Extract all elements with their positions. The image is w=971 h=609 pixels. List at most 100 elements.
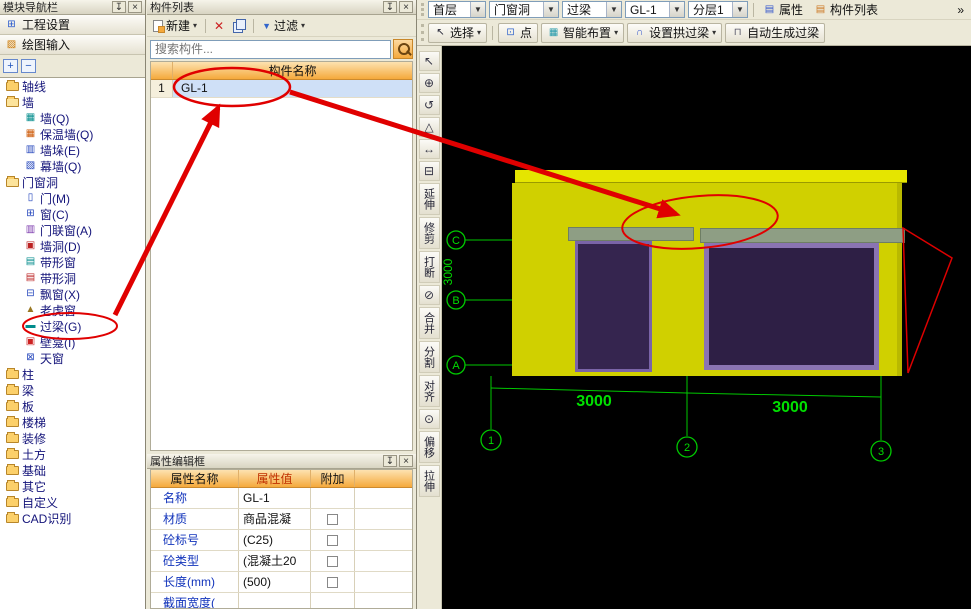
tree-item-axis[interactable]: 轴线 — [0, 78, 145, 94]
tree-item-foundation[interactable]: 基础 — [0, 462, 145, 478]
select-tool-button[interactable]: ↖ 选择 ▾ — [428, 22, 488, 43]
tree-item-niche[interactable]: ▣ 壁龛(I) — [0, 334, 145, 350]
close-icon[interactable]: × — [128, 1, 142, 13]
category-dropdown[interactable]: 门窗洞 ▼ — [489, 1, 559, 18]
dormer-window-icon: ▲ — [25, 304, 36, 315]
scissors-tool-icon[interactable]: ⊘ — [418, 285, 440, 305]
tree-item-door[interactable]: ▯ 门(M) — [0, 190, 145, 206]
tree-item-other[interactable]: 其它 — [0, 478, 145, 494]
tree-item-earthwork[interactable]: 土方 — [0, 446, 145, 462]
close-icon[interactable]: × — [399, 1, 413, 13]
stretch-tool-button[interactable]: 拉伸 — [418, 465, 440, 497]
trim-box-tool-icon[interactable]: ⊟ — [418, 161, 440, 181]
tree-item-beam[interactable]: 梁 — [0, 382, 145, 398]
pick-tool-icon[interactable]: ↖ — [418, 51, 440, 71]
search-input[interactable] — [150, 39, 391, 59]
attributes-icon: ▤ — [764, 3, 775, 15]
delete-component-button[interactable]: ✕ — [211, 17, 227, 35]
tree-item-stairs[interactable]: 楼梯 — [0, 414, 145, 430]
tree-item-skylight[interactable]: ⊠ 天窗 — [0, 350, 145, 366]
auto-generate-lintel-button[interactable]: ⊓ 自动生成过梁 — [725, 22, 826, 43]
axis-label-c: C — [452, 235, 460, 247]
smart-layout-button[interactable]: ▦ 智能布置 ▾ — [541, 22, 625, 43]
folder-open-icon — [6, 95, 19, 107]
project-settings-button[interactable]: ⊞ 工程设置 — [0, 15, 145, 35]
search-button[interactable] — [393, 39, 413, 59]
tree-item-insulation-wall[interactable]: ▦ 保温墙(Q) — [0, 126, 145, 142]
axis-label-3: 3 — [878, 446, 884, 458]
layer-dropdown[interactable]: 分层1 ▼ — [688, 1, 748, 18]
pin-icon[interactable]: ↧ — [383, 455, 397, 467]
chevron-down-icon[interactable]: ▼ — [669, 2, 684, 17]
attributes-button[interactable]: ▤ 属性 — [759, 1, 807, 19]
component-row[interactable]: 1 GL-1 — [151, 80, 412, 98]
crosshair-tool-icon[interactable]: ⊕ — [418, 73, 440, 93]
pin-icon[interactable]: ↧ — [383, 1, 397, 13]
split-tool-button[interactable]: 分割 — [418, 341, 440, 373]
tree-item-wall-q[interactable]: ▦ 墙(Q) — [0, 110, 145, 126]
module-nav-titlebar: 模块导航栏 ↧ × — [0, 0, 145, 15]
tree-item-door-window[interactable]: ▥ 门联窗(A) — [0, 222, 145, 238]
toolbar-grip[interactable] — [421, 24, 424, 41]
attach-checkbox[interactable] — [327, 555, 338, 567]
tree-item-curtain-wall[interactable]: ▧ 幕墙(Q) — [0, 158, 145, 174]
extend-tool-button[interactable]: 延伸 — [418, 183, 440, 215]
folder-icon — [6, 415, 19, 427]
tree-item-lintel[interactable]: ▬ 过梁(G) — [0, 318, 145, 334]
break-tool-button[interactable]: 打断 — [418, 251, 440, 283]
collapse-all-button[interactable]: − — [21, 59, 36, 73]
chevron-down-icon[interactable]: ▼ — [606, 2, 621, 17]
align-tool-button[interactable]: 对齐 — [418, 375, 440, 407]
folder-icon — [6, 79, 19, 91]
property-attach-header: 附加 — [311, 470, 355, 487]
chevron-down-icon[interactable]: ▼ — [470, 2, 485, 17]
wall-pier-icon: ▥ — [25, 144, 36, 155]
toolbar-overflow-button[interactable]: » — [953, 1, 968, 19]
new-component-button[interactable]: 新建 ▾ — [150, 17, 200, 35]
filter-button[interactable]: ▼ 过滤 ▾ — [259, 17, 308, 35]
rotate-tool-icon[interactable]: ↺ — [418, 95, 440, 115]
chevron-down-icon[interactable]: ▼ — [732, 2, 747, 17]
close-icon[interactable]: × — [399, 455, 413, 467]
pin-icon[interactable]: ↧ — [112, 1, 126, 13]
component-name-cell: GL-1 — [173, 80, 412, 97]
tree-item-column[interactable]: 柱 — [0, 366, 145, 382]
tree-item-dormer-window[interactable]: ▲ 老虎窗 — [0, 302, 145, 318]
tree-item-custom[interactable]: 自定义 — [0, 494, 145, 510]
move-tool-icon[interactable]: ↔ — [418, 139, 440, 159]
tree-item-wall-pier[interactable]: ▥ 墙垛(E) — [0, 142, 145, 158]
insulation-wall-icon: ▦ — [25, 128, 36, 139]
toolbar-grip[interactable] — [421, 3, 424, 16]
floor-level-dropdown[interactable]: 首层 ▼ — [428, 1, 486, 18]
tree-item-openings[interactable]: 门窗洞 — [0, 174, 145, 190]
set-arch-lintel-button[interactable]: ∩ 设置拱过梁 ▾ — [627, 22, 723, 43]
draw-input-button[interactable]: ▨ 绘图输入 — [0, 35, 145, 55]
trim-tool-button[interactable]: 修剪 — [418, 217, 440, 249]
tree-item-wall[interactable]: 墙 — [0, 94, 145, 110]
tree-item-cad-recognition[interactable]: CAD识别 — [0, 510, 145, 526]
model-viewport[interactable]: C B A 1 2 3 3000 3000 3000 — [442, 46, 971, 609]
attach-checkbox[interactable] — [327, 534, 338, 546]
copy-component-button[interactable] — [230, 17, 248, 35]
overflow-chevron-icon: » — [957, 2, 964, 17]
tree-item-wall-hole[interactable]: ▣ 墙洞(D) — [0, 238, 145, 254]
chevron-down-icon[interactable]: ▼ — [543, 2, 558, 17]
component-table-header: 构件名称 — [151, 62, 412, 80]
merge-tool-button[interactable]: 合并 — [418, 307, 440, 339]
tree-item-slab[interactable]: 板 — [0, 398, 145, 414]
offset-tool-button[interactable]: 偏移 — [418, 431, 440, 463]
tree-item-window[interactable]: ⊞ 窗(C) — [0, 206, 145, 222]
attach-checkbox[interactable] — [327, 576, 338, 588]
offset-circle-tool-icon[interactable]: ⊙ — [418, 409, 440, 429]
mirror-tool-icon[interactable]: △ — [418, 117, 440, 137]
tree-item-strip-window[interactable]: ▤ 带形窗 — [0, 254, 145, 270]
tree-item-bay-window[interactable]: ⊟ 飘窗(X) — [0, 286, 145, 302]
component-dropdown[interactable]: GL-1 ▼ — [625, 1, 685, 18]
tree-item-decoration[interactable]: 装修 — [0, 430, 145, 446]
point-tool-button[interactable]: ⊡ 点 — [498, 22, 539, 43]
type-dropdown[interactable]: 过梁 ▼ — [562, 1, 622, 18]
expand-all-button[interactable]: + — [3, 59, 18, 73]
tree-item-strip-hole[interactable]: ▤ 带形洞 — [0, 270, 145, 286]
component-list-button[interactable]: ▤ 构件列表 — [810, 1, 882, 19]
attach-checkbox[interactable] — [327, 513, 338, 525]
